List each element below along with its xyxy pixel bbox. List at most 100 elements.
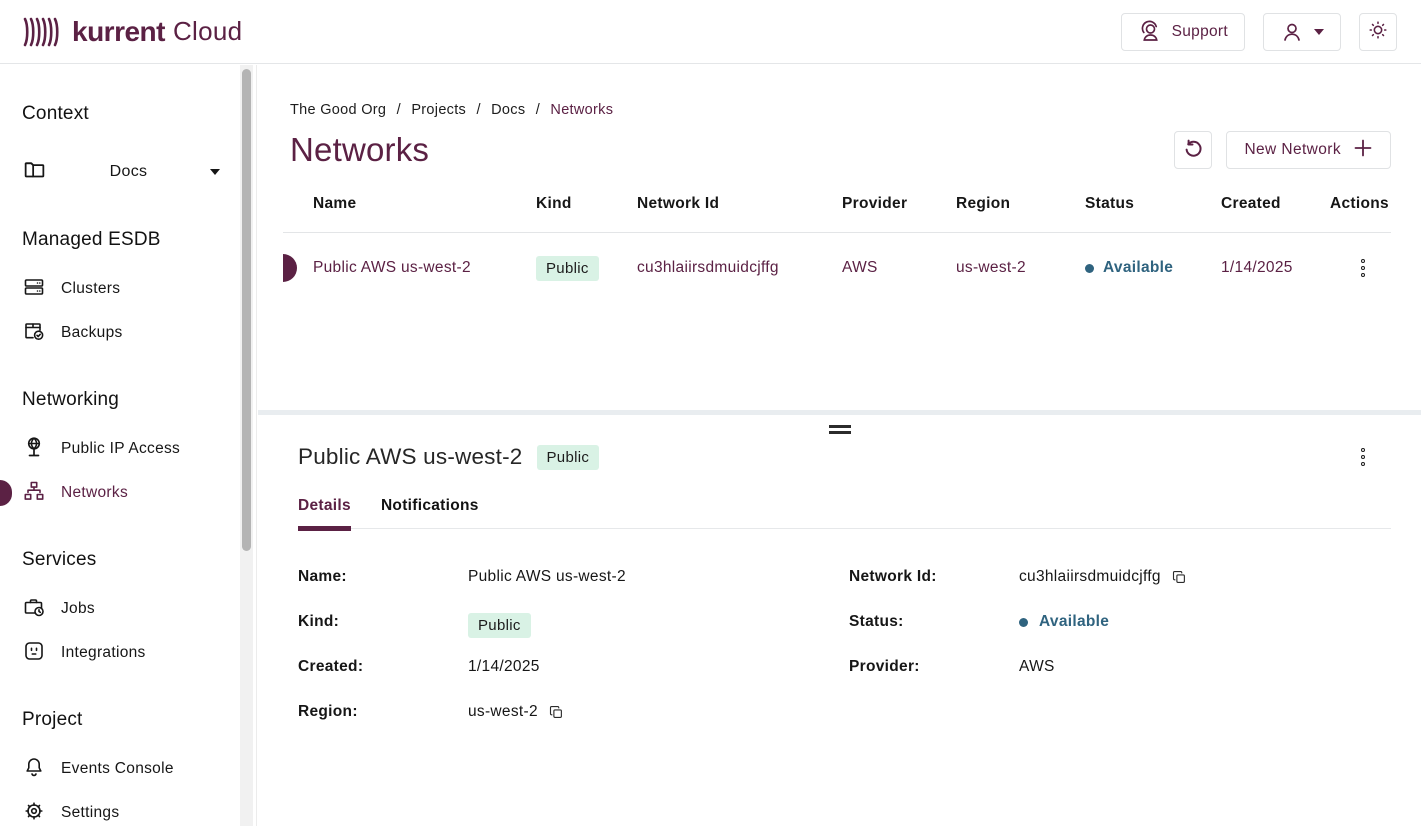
theme-toggle-button[interactable] bbox=[1359, 13, 1397, 51]
tab-notifications[interactable]: Notifications bbox=[381, 497, 479, 528]
field-kind: Kind: Public bbox=[298, 613, 849, 637]
field-created: Created: 1/14/2025 bbox=[298, 658, 849, 682]
detail-tabs: Details Notifications bbox=[298, 497, 1391, 529]
column-header-status: Status bbox=[1085, 195, 1221, 213]
logo-suffix-text: Cloud bbox=[173, 16, 242, 47]
globe-stand-icon bbox=[22, 435, 46, 464]
status-dot bbox=[1085, 264, 1094, 273]
column-header-actions: Actions bbox=[1330, 195, 1396, 213]
sun-icon bbox=[1367, 19, 1389, 44]
sidebar-heading-services: Services bbox=[22, 549, 256, 571]
networks-table: Name Kind Network Id Provider Region Sta… bbox=[283, 195, 1391, 303]
plus-icon bbox=[1353, 138, 1373, 163]
detail-title: Public AWS us-west-2 bbox=[298, 444, 523, 470]
breadcrumb: The Good Org / Projects / Docs / Network… bbox=[290, 102, 1391, 118]
breadcrumb-project-docs[interactable]: Docs bbox=[491, 102, 525, 118]
field-network-id: Network Id: cu3hlaiirsdmuidcjffg bbox=[849, 568, 1391, 592]
cell-provider: AWS bbox=[842, 259, 956, 277]
field-label: Provider: bbox=[849, 658, 1019, 676]
main-content: The Good Org / Projects / Docs / Network… bbox=[258, 65, 1421, 826]
support-label: Support bbox=[1172, 23, 1228, 41]
folder-icon bbox=[22, 157, 47, 187]
sidebar-item-public-ip-access[interactable]: Public IP Access bbox=[22, 435, 256, 463]
field-region: Region: us-west-2 bbox=[298, 703, 849, 727]
detail-kind-value-badge: Public bbox=[468, 613, 531, 638]
status-label: Available bbox=[1103, 259, 1173, 277]
detail-fields-right: Network Id: cu3hlaiirsdmuidcjffg Status: bbox=[849, 568, 1391, 748]
top-header: kurrent Cloud Support bbox=[0, 0, 1421, 64]
copy-network-id-button[interactable] bbox=[1172, 570, 1187, 585]
briefcase-clock-icon bbox=[22, 595, 46, 624]
active-item-indicator bbox=[0, 480, 12, 506]
field-provider: Provider: AWS bbox=[849, 658, 1391, 682]
sidebar-scrollbar-thumb[interactable] bbox=[242, 69, 251, 551]
networks-list-panel: The Good Org / Projects / Docs / Network… bbox=[258, 65, 1421, 410]
sidebar-item-events-console[interactable]: Events Console bbox=[22, 755, 256, 783]
breadcrumb-current: Networks bbox=[550, 102, 613, 118]
table-row[interactable]: Public AWS us-west-2 Public cu3hlaiirsdm… bbox=[283, 233, 1391, 303]
caret-down-icon bbox=[210, 169, 220, 175]
sidebar-item-label: Clusters bbox=[61, 280, 120, 298]
sidebar-heading-networking: Networking bbox=[22, 389, 256, 411]
tab-details[interactable]: Details bbox=[298, 497, 351, 528]
field-name: Name: Public AWS us-west-2 bbox=[298, 568, 849, 592]
sidebar-item-label: Settings bbox=[61, 804, 119, 822]
column-header-name: Name bbox=[313, 195, 536, 213]
table-header-row: Name Kind Network Id Provider Region Sta… bbox=[283, 195, 1391, 233]
headset-icon bbox=[1138, 20, 1162, 44]
sidebar-item-label: Integrations bbox=[61, 644, 146, 662]
field-label: Status: bbox=[849, 613, 1019, 631]
support-button[interactable]: Support bbox=[1121, 13, 1245, 51]
context-selector-value: Docs bbox=[47, 163, 210, 181]
sidebar-heading-context: Context bbox=[22, 103, 256, 125]
context-project-selector[interactable]: Docs bbox=[22, 157, 220, 187]
gear-icon bbox=[22, 799, 46, 828]
detail-fields: Name: Public AWS us-west-2 Kind: Public … bbox=[258, 529, 1421, 748]
field-value: 1/14/2025 bbox=[468, 658, 540, 676]
new-network-label: New Network bbox=[1244, 141, 1341, 159]
new-network-button[interactable]: New Network bbox=[1226, 131, 1391, 169]
row-actions-kebab-icon[interactable] bbox=[1357, 255, 1370, 282]
logo-waves-icon bbox=[22, 14, 64, 50]
logo-brand-text: kurrent bbox=[72, 16, 165, 48]
panel-splitter[interactable] bbox=[258, 410, 1421, 415]
sidebar-item-clusters[interactable]: Clusters bbox=[22, 275, 256, 303]
cell-created: 1/14/2025 bbox=[1221, 259, 1330, 277]
refresh-icon bbox=[1181, 137, 1205, 164]
sidebar-item-networks[interactable]: Networks bbox=[22, 479, 256, 507]
column-header-provider: Provider bbox=[842, 195, 956, 213]
kind-badge: Public bbox=[536, 256, 599, 281]
field-label: Network Id: bbox=[849, 568, 1019, 586]
sidebar-item-integrations[interactable]: Integrations bbox=[22, 639, 256, 667]
sidebar-item-label: Backups bbox=[61, 324, 123, 342]
field-value: us-west-2 bbox=[468, 703, 538, 721]
drag-handle-icon[interactable] bbox=[829, 425, 851, 434]
column-header-region: Region bbox=[956, 195, 1085, 213]
sidebar-item-settings[interactable]: Settings bbox=[22, 799, 256, 827]
detail-actions-kebab-icon[interactable] bbox=[1357, 444, 1370, 471]
column-header-created: Created bbox=[1221, 195, 1330, 213]
outlet-icon bbox=[22, 639, 46, 668]
field-status: Status: Available bbox=[849, 613, 1391, 637]
clusters-icon bbox=[22, 275, 46, 304]
sidebar-item-label: Networks bbox=[61, 484, 128, 502]
breadcrumb-projects[interactable]: Projects bbox=[411, 102, 466, 118]
refresh-button[interactable] bbox=[1174, 131, 1212, 169]
breadcrumb-org[interactable]: The Good Org bbox=[290, 102, 386, 118]
cell-name[interactable]: Public AWS us-west-2 bbox=[313, 259, 536, 277]
detail-kind-badge: Public bbox=[537, 445, 600, 470]
status-dot bbox=[1019, 618, 1028, 627]
cell-network-id: cu3hlaiirsdmuidcjffg bbox=[637, 259, 842, 277]
sidebar-item-label: Jobs bbox=[61, 600, 95, 618]
field-label: Region: bbox=[298, 703, 468, 721]
user-icon bbox=[1280, 20, 1304, 44]
sidebar-item-backups[interactable]: Backups bbox=[22, 319, 256, 347]
kurrent-cloud-logo[interactable]: kurrent Cloud bbox=[22, 14, 242, 50]
sidebar-heading-project: Project bbox=[22, 709, 256, 731]
breadcrumb-separator: / bbox=[391, 102, 407, 118]
sidebar-item-jobs[interactable]: Jobs bbox=[22, 595, 256, 623]
copy-region-button[interactable] bbox=[549, 705, 564, 720]
user-menu-button[interactable] bbox=[1263, 13, 1341, 51]
page-title: Networks bbox=[290, 131, 429, 169]
caret-down-icon bbox=[1314, 29, 1324, 35]
